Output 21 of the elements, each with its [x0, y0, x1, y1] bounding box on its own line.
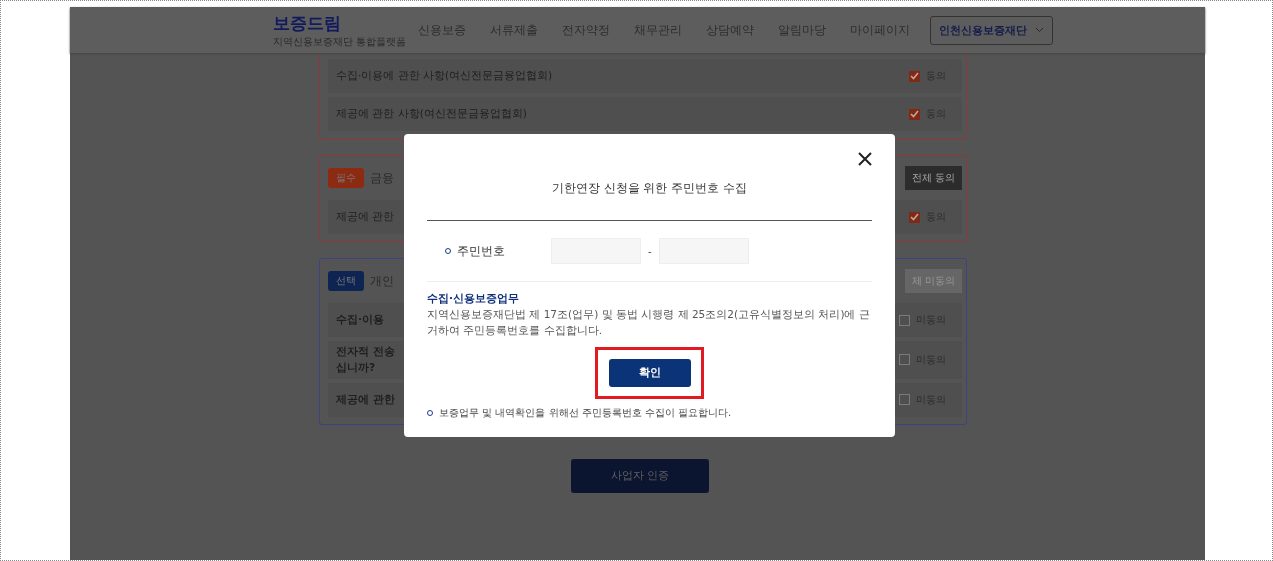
field-label: 주민번호 — [457, 243, 506, 259]
checkbox[interactable] — [899, 354, 910, 366]
modal-title: 기한연장 신청을 위한 주민번호 수집 — [551, 181, 748, 196]
agree-all-button[interactable]: 전체 동의 — [904, 166, 962, 190]
section-tag: 필수 — [328, 168, 364, 188]
checkbox[interactable] — [909, 70, 920, 82]
logo[interactable]: 보증드림 — [273, 11, 413, 35]
org-select[interactable]: 인천신용보증재단 — [930, 15, 1053, 45]
close-icon[interactable] — [858, 152, 872, 166]
notice-text: 보증업무 및 내역확인을 위해선 주민등록번호 수집이 필요합니다. — [439, 405, 732, 420]
section-tag: 선택 — [328, 271, 364, 291]
info-title: 수집·신용보증업무 — [427, 292, 520, 306]
info-text: 지역신용보증재단법 제 17조(업무) 및 동법 시행령 제 25조의2(고유식별정보의 처리)에 근거하여 주민등록번호를 수집합니다. — [427, 307, 871, 338]
checkbox[interactable] — [899, 394, 910, 405]
checkbox[interactable] — [899, 314, 910, 326]
caret-icon — [1035, 27, 1044, 33]
checkbox[interactable] — [909, 108, 920, 120]
business-auth-button[interactable]: 사업자 인증 — [571, 458, 709, 493]
confirm-button[interactable]: 확인 — [609, 358, 691, 387]
checkbox[interactable] — [909, 211, 920, 223]
separator: - — [648, 245, 652, 257]
